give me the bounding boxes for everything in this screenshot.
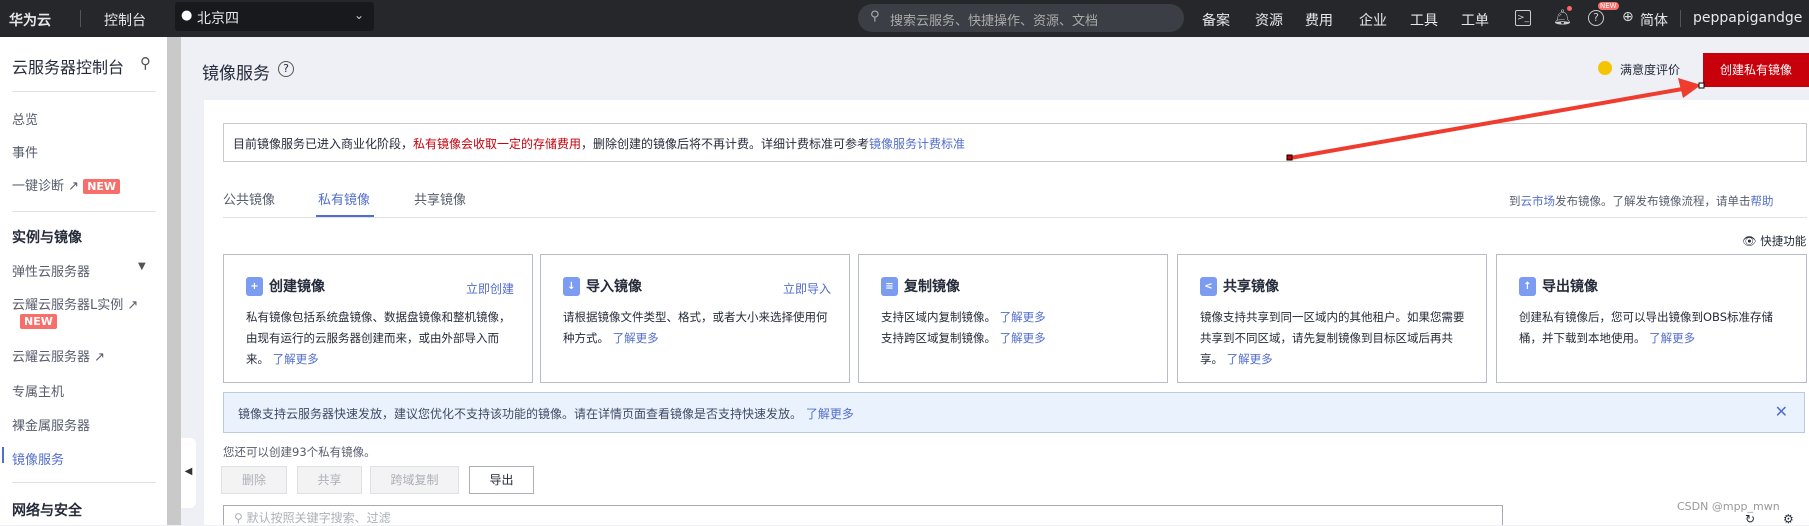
arrow-handle (1698, 82, 1705, 89)
arrow-handle (1286, 154, 1293, 161)
annotation-arrow (1286, 78, 1705, 161)
arrow-head (1678, 78, 1701, 98)
arrow-shaft (1289, 86, 1689, 160)
